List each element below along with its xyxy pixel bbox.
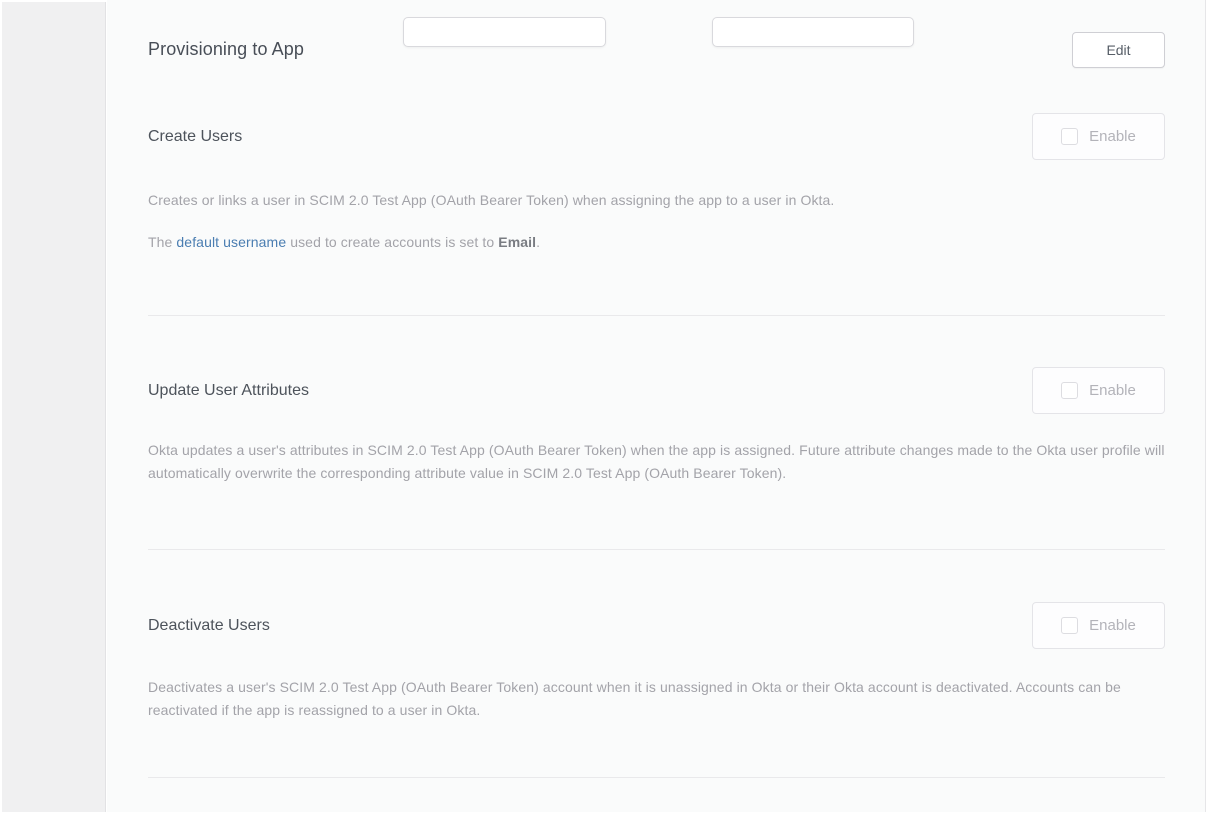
panel-content: Provisioning to App Edit Create Users En… — [107, 31, 1205, 812]
deactivate-users-enable-toggle[interactable]: Enable — [1032, 602, 1165, 649]
section-title: Deactivate Users — [148, 617, 270, 635]
section-head-update-user-attributes: Update User Attributes Enable — [148, 367, 1165, 414]
update-attributes-description: Okta updates a user's attributes in SCIM… — [148, 439, 1165, 485]
section-head-create-users: Create Users Enable — [148, 113, 1165, 160]
create-users-description: Creates or links a user in SCIM 2.0 Test… — [148, 189, 1165, 212]
enable-label: Enable — [1089, 382, 1136, 399]
truncated-input-right[interactable] — [712, 17, 914, 47]
section-deactivate-users: Deactivate Users Enable Deactivates a us… — [148, 602, 1165, 722]
panel-header: Provisioning to App Edit — [148, 31, 1165, 68]
provisioning-panel: Provisioning to App Edit Create Users En… — [107, 0, 1206, 812]
deactivate-users-enable-checkbox[interactable] — [1061, 617, 1078, 634]
note-prefix: The — [148, 234, 176, 250]
section-title: Create Users — [148, 128, 242, 146]
page: Provisioning to App Edit Create Users En… — [0, 0, 1212, 812]
note-middle: used to create accounts is set to — [286, 234, 498, 250]
create-users-enable-checkbox[interactable] — [1061, 128, 1078, 145]
update-attributes-enable-toggle[interactable]: Enable — [1032, 367, 1165, 414]
edit-button[interactable]: Edit — [1072, 32, 1165, 68]
update-attributes-enable-checkbox[interactable] — [1061, 382, 1078, 399]
page-title: Provisioning to App — [148, 39, 304, 60]
section-create-users: Create Users Enable Creates or links a u… — [148, 113, 1165, 254]
section-update-user-attributes: Update User Attributes Enable Okta updat… — [148, 367, 1165, 485]
truncated-input-left[interactable] — [403, 17, 606, 47]
enable-label: Enable — [1089, 128, 1136, 145]
section-head-deactivate-users: Deactivate Users Enable — [148, 602, 1165, 649]
deactivate-users-description: Deactivates a user's SCIM 2.0 Test App (… — [148, 676, 1165, 722]
section-divider — [148, 315, 1165, 316]
create-users-enable-toggle[interactable]: Enable — [1032, 113, 1165, 160]
enable-label: Enable — [1089, 617, 1136, 634]
default-username-link[interactable]: default username — [176, 234, 286, 250]
section-divider — [148, 777, 1165, 778]
left-sidebar — [2, 2, 106, 812]
section-divider — [148, 549, 1165, 550]
note-suffix: . — [536, 234, 540, 250]
section-title: Update User Attributes — [148, 382, 309, 400]
note-username-value: Email — [498, 234, 536, 250]
create-users-username-note: The default username used to create acco… — [148, 231, 1165, 254]
